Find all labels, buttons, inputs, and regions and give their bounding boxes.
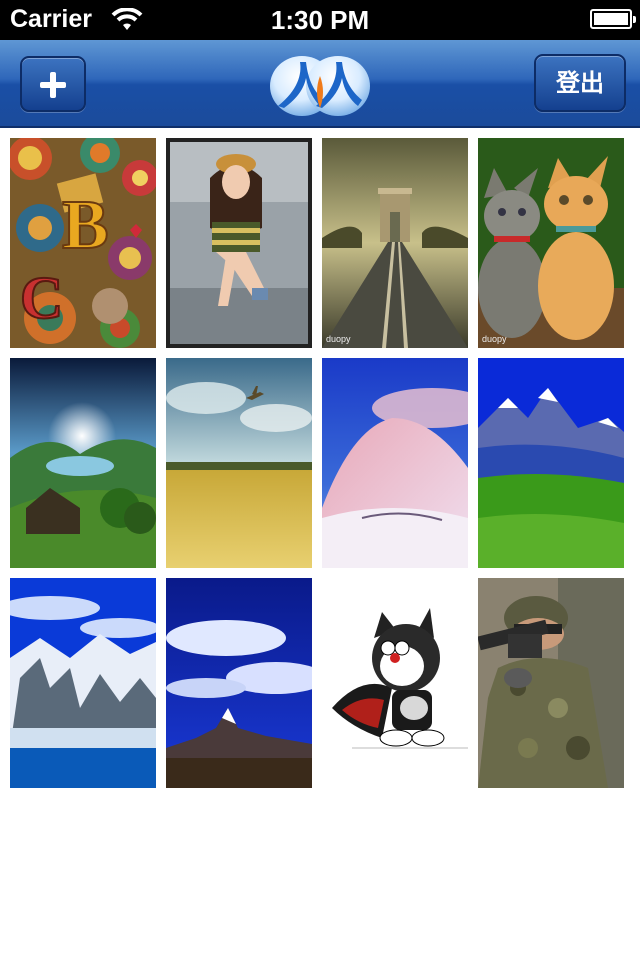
clock: 1:30 PM	[270, 5, 370, 35]
photo-thumbnail[interactable]	[478, 358, 624, 568]
matterhorn-image	[166, 578, 312, 788]
svg-text:C: C	[20, 265, 63, 331]
photo-thumbnail[interactable]	[322, 578, 468, 788]
kittens-image: duopy	[478, 138, 624, 348]
watermark: duopy	[482, 334, 507, 344]
photo-thumbnail[interactable]	[166, 578, 312, 788]
photo-thumbnail[interactable]	[166, 138, 312, 348]
wheat-field-image	[166, 358, 312, 568]
photo-thumbnail[interactable]	[10, 578, 156, 788]
watermark: duopy	[326, 334, 351, 344]
girl-photo-image	[166, 138, 312, 348]
soldier-image	[478, 578, 624, 788]
svg-text:B: B	[62, 187, 109, 264]
photo-thumbnail[interactable]: B C	[10, 138, 156, 348]
doraemon-image	[322, 578, 468, 788]
status-bar: Carrier 1:30 PM	[0, 0, 640, 40]
renren-logo-icon	[270, 56, 370, 116]
arc-road-image: duopy	[322, 138, 468, 348]
photo-thumbnail[interactable]: duopy	[478, 138, 624, 348]
photo-thumbnail[interactable]	[10, 358, 156, 568]
pink-hill-image	[322, 358, 468, 568]
photo-thumbnail[interactable]	[322, 358, 468, 568]
logout-button[interactable]: 登出	[534, 54, 626, 112]
abstract-art-image: B C	[10, 138, 156, 348]
nav-bar: 登出	[0, 40, 640, 128]
add-button[interactable]	[20, 56, 86, 112]
photo-thumbnail[interactable]	[166, 358, 312, 568]
valley-image	[10, 358, 156, 568]
photo-thumbnail[interactable]	[478, 578, 624, 788]
glacier-image	[10, 578, 156, 788]
battery-icon	[590, 9, 636, 29]
photo-thumbnail[interactable]: duopy	[322, 138, 468, 348]
mountain-meadow-image	[478, 358, 624, 568]
